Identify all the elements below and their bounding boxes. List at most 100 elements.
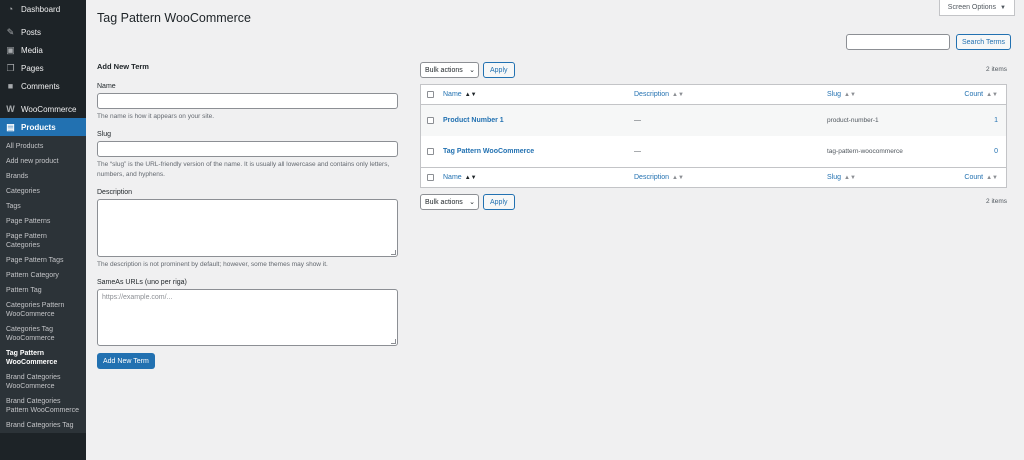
screen-options-button[interactable]: Screen Options ▼ [938, 0, 1015, 16]
woo-icon: W [6, 104, 15, 114]
sidebar-item-pages[interactable]: ❐ Pages [0, 59, 86, 77]
add-term-form: Add New Term Name The name is how it app… [97, 62, 399, 369]
row-checkbox[interactable] [427, 117, 434, 124]
search-box: Search Terms [846, 34, 1012, 50]
term-slug: product-number-1 [827, 117, 879, 124]
table-header-row: Name ▲▼ Description ▲▼ Slug ▲▼ Count ▲▼ [421, 85, 1006, 105]
submenu-item[interactable]: Page Patterns [0, 214, 86, 229]
chevron-down-icon: ⌄ [469, 199, 475, 206]
comment-icon: ■ [7, 81, 14, 91]
sidebar-item-label: Media [21, 45, 43, 55]
sameas-placeholder: https://example.com/... [102, 294, 173, 301]
sidebar-item-products[interactable]: ▤ Products [0, 118, 86, 136]
dashboard-icon: ◔ [7, 4, 14, 14]
admin-sidebar: ◔ Dashboard ✎ Posts ▣ Media ❐ Pages ■ Co… [0, 0, 86, 460]
column-label: Description [634, 174, 670, 181]
tablenav-bottom: Bulk actions ⌄ Apply 2 items [420, 194, 1007, 210]
sidebar-item-label: Pages [21, 63, 44, 73]
sort-icon: ▲▼ [672, 91, 684, 98]
term-slug: tag-pattern-woocommerce [827, 148, 903, 155]
column-label: Name [443, 174, 462, 181]
term-count-link[interactable]: 1 [994, 117, 998, 124]
term-description: — [634, 148, 641, 155]
media-icon: ▣ [6, 44, 15, 55]
chevron-down-icon: ⌄ [469, 67, 475, 74]
description-help: The description is not prominent by defa… [97, 261, 328, 268]
submenu-item[interactable]: Brand Categories Pattern WooCommerce [0, 394, 86, 418]
select-all-checkbox[interactable] [427, 91, 434, 98]
submenu-item[interactable]: Categories Tag WooCommerce [0, 322, 86, 346]
terms-table: Name ▲▼ Description ▲▼ Slug ▲▼ Count ▲▼ [420, 84, 1007, 188]
submenu-item[interactable]: Page Pattern Tags [0, 253, 86, 268]
column-header-description[interactable]: Description ▲▼ [634, 91, 684, 98]
name-help: The name is how it appears on your site. [97, 113, 215, 120]
description-textarea[interactable] [97, 199, 398, 257]
sameas-label: SameAs URLs (uno per riga) [97, 279, 187, 286]
submenu-item[interactable]: Add new product [0, 154, 86, 169]
description-label: Description [97, 189, 133, 196]
column-footer-name[interactable]: Name ▲▼ [443, 174, 477, 181]
bulk-actions-select[interactable]: Bulk actions ⌄ [420, 194, 479, 210]
term-name-link[interactable]: Tag Pattern WooCommerce [443, 148, 534, 155]
column-header-slug[interactable]: Slug ▲▼ [827, 91, 856, 98]
submenu-item[interactable]: Categories [0, 184, 86, 199]
submenu-item[interactable]: Tags [0, 199, 86, 214]
sort-icon: ▲▼ [986, 174, 998, 181]
select-all-checkbox[interactable] [427, 174, 434, 181]
row-checkbox[interactable] [427, 148, 434, 155]
sameas-textarea[interactable]: https://example.com/... [97, 289, 398, 346]
column-label: Count [964, 174, 984, 181]
sidebar-item-media[interactable]: ▣ Media [0, 41, 86, 59]
name-input[interactable] [97, 93, 398, 109]
bulk-actions-select[interactable]: Bulk actions ⌄ [420, 62, 479, 78]
submenu-item[interactable]: Brand Categories Tag [0, 418, 86, 433]
submenu-item[interactable]: All Products [0, 139, 86, 154]
slug-help: The “slug” is the URL-friendly version o… [97, 161, 390, 178]
column-footer-count[interactable]: Count ▲▼ [964, 174, 998, 181]
bulk-actions-label: Bulk actions [425, 198, 463, 206]
submenu-item[interactable]: Pattern Category [0, 268, 86, 283]
term-count-link[interactable]: 0 [994, 148, 998, 155]
table-row: Tag Pattern WooCommerce — tag-pattern-wo… [421, 136, 1006, 167]
column-header-name[interactable]: Name ▲▼ [443, 91, 477, 98]
pin-icon: ✎ [6, 26, 15, 37]
sidebar-item-label: Comments [21, 81, 60, 91]
resize-handle-icon[interactable] [391, 250, 396, 255]
sidebar-item-dashboard[interactable]: ◔ Dashboard [0, 0, 86, 18]
sidebar-item-posts[interactable]: ✎ Posts [0, 23, 86, 41]
sidebar-item-label: WooCommerce [21, 104, 77, 114]
sidebar-item-woocommerce[interactable]: W WooCommerce [0, 100, 86, 118]
items-count: 2 items [986, 66, 1007, 73]
apply-button[interactable]: Apply [483, 194, 515, 210]
terms-list: Bulk actions ⌄ Apply 2 items Name ▲▼ Des… [420, 62, 1007, 210]
column-footer-slug[interactable]: Slug ▲▼ [827, 174, 856, 181]
submenu-item[interactable]: Categories Pattern WooCommerce [0, 298, 86, 322]
items-count: 2 items [986, 198, 1007, 205]
submenu-item[interactable]: Pattern Tag [0, 283, 86, 298]
sort-icon: ▲▼ [844, 91, 856, 98]
submenu-item-current[interactable]: Tag Pattern WooCommerce [0, 346, 86, 370]
submenu-item[interactable]: Page Pattern Categories [0, 229, 86, 253]
sort-icon: ▲▼ [464, 91, 477, 98]
sort-icon: ▲▼ [844, 174, 856, 181]
screen-options-label: Screen Options [947, 4, 997, 11]
column-label: Slug [827, 91, 842, 98]
search-input[interactable] [846, 34, 950, 50]
tablenav-top: Bulk actions ⌄ Apply 2 items [420, 62, 1007, 78]
resize-handle-icon[interactable] [391, 339, 396, 344]
pages-icon: ❐ [6, 62, 15, 73]
sort-icon: ▲▼ [986, 91, 998, 98]
search-terms-button[interactable]: Search Terms [956, 34, 1012, 50]
add-new-term-button[interactable]: Add New Term [97, 353, 155, 369]
submenu-item[interactable]: Brands [0, 169, 86, 184]
products-icon: ▤ [6, 121, 15, 132]
table-row: Product Number 1 — product-number-1 1 [421, 105, 1006, 136]
apply-button[interactable]: Apply [483, 62, 515, 78]
column-footer-description[interactable]: Description ▲▼ [634, 174, 684, 181]
sort-icon: ▲▼ [672, 174, 684, 181]
column-header-count[interactable]: Count ▲▼ [964, 91, 998, 98]
sidebar-item-comments[interactable]: ■ Comments [0, 77, 86, 95]
slug-input[interactable] [97, 141, 398, 157]
submenu-item[interactable]: Brand Categories WooCommerce [0, 370, 86, 394]
term-name-link[interactable]: Product Number 1 [443, 117, 504, 124]
